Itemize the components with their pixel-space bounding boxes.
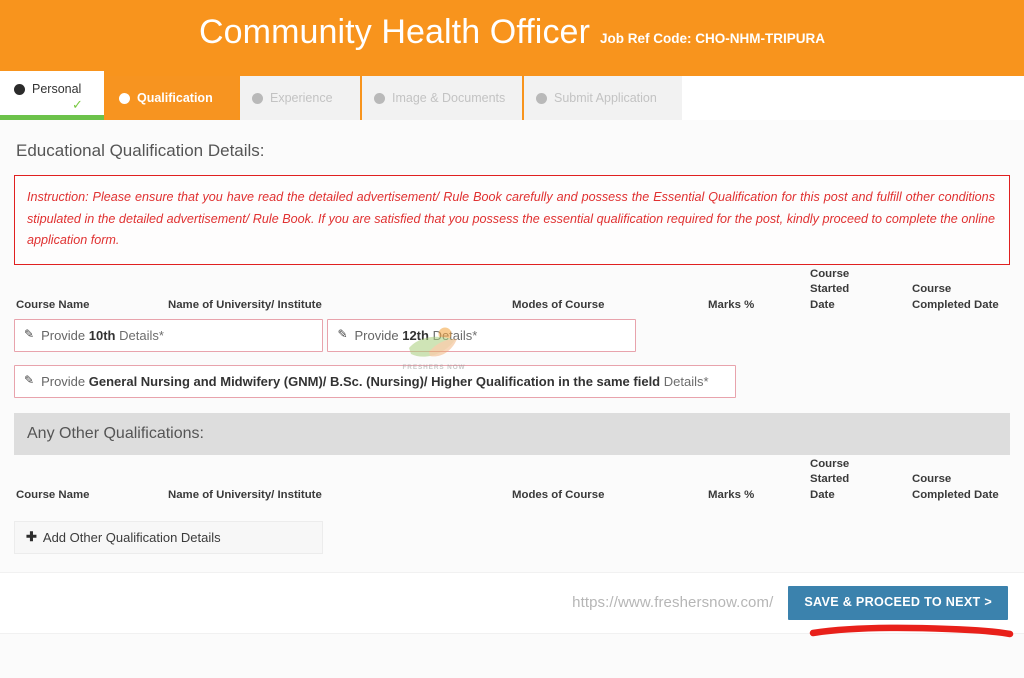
footer-spacer [14,554,1010,572]
filled-circle-icon [14,84,25,95]
row-prefix: Provide [41,327,89,343]
column-header-university-other: Name of University/ Institute [168,488,322,501]
column-header-course-started-line2-other: Date [810,488,835,501]
tab-personal[interactable]: Personal ✓ [0,71,104,120]
pencil-icon: ✎ [337,327,348,342]
site-url-text: https://www.freshersnow.com/ [572,594,774,612]
provide-10th-details-label: Provide 10th Details* [41,328,164,343]
row-bold: General Nursing and Midwifery (GNM)/ B.S… [88,373,661,389]
tab-personal-label: Personal [32,82,82,96]
provide-12th-details-label: Provide 12th Details* [355,328,478,343]
red-highlight-underline [809,624,1014,638]
column-header-university: Name of University/ Institute [168,298,322,311]
qualification-table-header: Course Name Name of University/ Institut… [14,268,1010,319]
main-content: Educational Qualification Details: Instr… [0,120,1024,572]
tab-image-documents[interactable]: Image & Documents [362,76,522,120]
page-header: Community Health Officer Job Ref Code: C… [0,0,1024,68]
job-ref-code: Job Ref Code: CHO-NHM-TRIPURA [600,30,825,46]
row-suffix: Details* [660,373,709,389]
provide-gnm-details-label: Provide General Nursing and Midwifery (G… [41,374,708,389]
other-qualifications-title: Any Other Qualifications: [27,424,204,442]
header-inner: Community Health Officer Job Ref Code: C… [199,13,825,52]
tab-qualification[interactable]: Qualification [106,76,238,120]
pencil-icon: ✎ [24,327,35,342]
tab-experience-label: Experience [270,91,333,105]
column-header-course-name-other: Course Name [16,488,90,501]
column-header-course-completed-line1: Course [912,283,952,296]
row-suffix: Details* [428,327,478,343]
column-header-modes-other: Modes of Course [512,488,605,501]
plus-icon: ✚ [26,529,37,545]
check-icon: ✓ [72,97,83,112]
pencil-icon: ✎ [24,373,35,388]
column-header-course-started-date-other: Course Started Date [810,457,890,503]
tab-qualification-label: Qualification [137,91,213,105]
row-bold: 10th [88,327,116,343]
row-suffix: Details* [115,327,164,343]
column-header-course-name: Course Name [16,298,90,311]
instruction-box: Instruction: Please ensure that you have… [14,175,1010,265]
filled-circle-icon [374,92,385,104]
provide-10th-details-button[interactable]: ✎ Provide 10th Details* [14,318,323,352]
application-form-page: Community Health Officer Job Ref Code: C… [0,0,1024,678]
tab-submit-application[interactable]: Submit Application [524,76,682,120]
column-header-course-started-line1-other: Course Started [810,457,850,486]
column-header-course-completed-line2-other: Completed Date [912,488,999,501]
page-title: Community Health Officer [198,12,590,51]
provide-12th-details-button[interactable]: ✎ Provide 12th Details* [327,318,637,352]
other-qualification-table-header: Course Name Name of University/ Institut… [14,458,1010,509]
row-prefix: Provide [354,327,403,343]
qualification-rows: FRESHERS NOW ✎ Provide 10th Details* ✎ P… [14,318,1010,411]
add-other-qualification-button[interactable]: ✚ Add Other Qualification Details [14,520,323,554]
instruction-text: Instruction: Please ensure that you have… [27,190,995,248]
tab-image-documents-label: Image & Documents [392,91,506,105]
column-header-modes: Modes of Course [512,298,605,311]
section-title: Educational Qualification Details: [16,141,265,160]
save-and-proceed-button[interactable]: SAVE & PROCEED TO NEXT > [788,586,1008,620]
column-header-course-completed-date-other: Course Completed Date [912,472,1004,503]
column-header-marks: Marks % [708,298,755,311]
filled-circle-icon [119,92,130,104]
other-qualifications-band: Any Other Qualifications: [14,412,1010,455]
column-header-course-started-line1: Course Started [810,267,850,296]
column-header-course-started-date: Course Started Date [810,267,890,313]
add-other-qualification-label: Add Other Qualification Details [42,529,221,545]
column-header-course-completed-date: Course Completed Date [912,282,1004,313]
column-header-course-completed-line1-other: Course [912,473,952,486]
provide-gnm-details-button[interactable]: ✎ Provide General Nursing and Midwifery … [14,364,736,398]
form-footer: https://www.freshersnow.com/ SAVE & PROC… [0,571,1024,638]
column-header-course-completed-line2: Completed Date [912,298,999,311]
row-bold: 12th [402,327,429,343]
tab-experience[interactable]: Experience [240,76,360,120]
step-tabbar: Personal ✓ Qualification Experience Imag… [0,68,1024,120]
filled-circle-icon [252,92,263,104]
tab-submit-application-label: Submit Application [554,91,657,105]
column-header-marks-other: Marks % [708,488,755,501]
row-prefix: Provide [41,373,89,389]
filled-circle-icon [536,92,547,104]
column-header-course-started-line2: Date [810,298,835,311]
